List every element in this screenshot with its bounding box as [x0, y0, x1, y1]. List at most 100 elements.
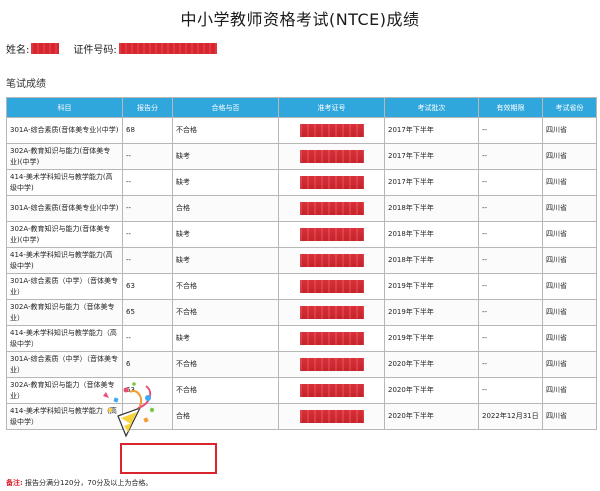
exam-batch-cell: 2018年下半年: [384, 247, 479, 274]
province-cell: 四川省: [542, 169, 597, 196]
admission-number-redaction: [299, 306, 364, 319]
score-cell: 6: [122, 351, 173, 378]
province-cell: 四川省: [542, 403, 597, 430]
admission-number-cell: [278, 143, 385, 170]
table-row: 302A-教育知识与能力(音体美专业)(中学) -- 缺考 2017年下半年 -- 四川省: [6, 143, 597, 170]
validity-cell: --: [478, 273, 543, 300]
score-cell: --: [122, 325, 173, 352]
column-header: 合格与否: [172, 97, 279, 118]
id-number-redaction: [118, 42, 217, 54]
validity-cell: 2022年12月31日: [478, 403, 543, 430]
admission-number-cell: [278, 117, 385, 144]
subject-cell: 414-美术学科知识与教学能力（高级中学）: [6, 403, 123, 430]
admission-number-redaction: [299, 150, 364, 163]
score-cell: 63: [122, 273, 173, 300]
exam-batch-cell: 2020年下半年: [384, 377, 479, 404]
exam-batch-cell: 2019年下半年: [384, 299, 479, 326]
section-title: 笔试成绩: [6, 79, 46, 90]
admission-number-cell: [278, 221, 385, 248]
note-text: 报告分满分120分，70分及以上为合格。: [25, 479, 153, 487]
name-label: 姓名:: [6, 44, 30, 56]
table-row: 301A-综合素质(音体美专业)(中学) 68 不合格 2017年下半年 -- 四川省: [6, 117, 597, 144]
page-title: 中小学教师资格考试(NTCE)成绩: [180, 10, 420, 29]
subject-cell: 302A-教育知识与能力(音体美专业)(中学): [6, 221, 123, 248]
exam-batch-cell: 2019年下半年: [384, 325, 479, 352]
admission-number-redaction: [299, 280, 364, 293]
pass-status-cell: 不合格: [172, 351, 279, 378]
admission-number-cell: [278, 247, 385, 274]
subject-cell: 302A-教育知识与能力(音体美专业)(中学): [6, 143, 123, 170]
admission-number-cell: [278, 403, 385, 430]
score-cell: --: [122, 247, 173, 274]
subject-cell: 302A-教育知识与能力（音体美专业）: [6, 299, 123, 326]
pass-status-cell: 缺考: [172, 143, 279, 170]
exam-batch-cell: 2017年下半年: [384, 117, 479, 144]
score-cell: --: [122, 143, 173, 170]
table-header-row: 科目 报告分 合格与否 准考证号 考试批次 有效期限 考试省份: [6, 97, 597, 118]
exam-batch-cell: 2017年下半年: [384, 143, 479, 170]
table-body: 301A-综合素质(音体美专业)(中学) 68 不合格 2017年下半年 -- 四川省 30…: [6, 117, 597, 430]
pass-status-cell: 不合格: [172, 299, 279, 326]
table-row: 301A-综合素质（中学）（音体美专业） 63 不合格 2019年下半年 -- 四川省: [6, 273, 597, 300]
column-header: 准考证号: [278, 97, 385, 118]
admission-number-redaction: [299, 332, 364, 345]
province-cell: 四川省: [542, 143, 597, 170]
highlight-box: [120, 443, 217, 474]
subject-cell: 301A-综合素质（中学）（音体美专业）: [6, 351, 123, 378]
score-cell: --: [122, 195, 173, 222]
table-row: 414-美术学科知识与教学能力（高级中学） 73 合格 2020年下半年 2022年12…: [6, 403, 597, 430]
subject-cell: 301A-综合素质(音体美专业)(中学): [6, 195, 123, 222]
admission-number-cell: [278, 195, 385, 222]
pass-status-cell: 不合格: [172, 377, 279, 404]
column-header: 科目: [6, 97, 123, 118]
province-cell: 四川省: [542, 377, 597, 404]
admission-number-redaction: [299, 176, 364, 189]
pass-status-cell: 缺考: [172, 325, 279, 352]
province-cell: 四川省: [542, 117, 597, 144]
subject-cell: 414-美术学科知识与教学能力(高级中学): [6, 247, 123, 274]
validity-cell: --: [478, 221, 543, 248]
table-row: 414-美术学科知识与教学能力（高级中学） -- 缺考 2019年下半年 -- 四川省: [6, 325, 597, 352]
validity-cell: --: [478, 143, 543, 170]
exam-batch-cell: 2018年下半年: [384, 195, 479, 222]
admission-number-redaction: [299, 384, 364, 397]
subject-cell: 301A-综合素质(音体美专业)(中学): [6, 117, 123, 144]
admission-number-redaction: [299, 254, 364, 267]
province-cell: 四川省: [542, 273, 597, 300]
pass-status-cell: 缺考: [172, 247, 279, 274]
pass-status-cell: 合格: [172, 195, 279, 222]
table-row: 302A-教育知识与能力（音体美专业） 65 不合格 2019年下半年 -- 四川省: [6, 299, 597, 326]
province-cell: 四川省: [542, 195, 597, 222]
province-cell: 四川省: [542, 325, 597, 352]
column-header: 考试批次: [384, 97, 479, 118]
validity-cell: --: [478, 117, 543, 144]
score-cell: 65: [122, 299, 173, 326]
exam-batch-cell: 2019年下半年: [384, 273, 479, 300]
admission-number-cell: [278, 299, 385, 326]
column-header: 有效期限: [478, 97, 543, 118]
validity-cell: --: [478, 247, 543, 274]
table-row: 302A-教育知识与能力（音体美专业） 63 不合格 2020年下半年 -- 四川省: [6, 377, 597, 404]
subject-cell: 301A-综合素质（中学）（音体美专业）: [6, 273, 123, 300]
pass-status-cell: 合格: [172, 403, 279, 430]
candidate-info: 姓名: 证件号码:: [6, 40, 217, 56]
id-label: 证件号码:: [73, 44, 117, 56]
pass-status-cell: 不合格: [172, 117, 279, 144]
exam-batch-cell: 2017年下半年: [384, 169, 479, 196]
column-header: 报告分: [122, 97, 173, 118]
admission-number-redaction: [299, 410, 364, 423]
admission-number-cell: [278, 325, 385, 352]
table-row: 301A-综合素质(音体美专业)(中学) -- 合格 2018年下半年 -- 四川省: [6, 195, 597, 222]
name-redaction: [31, 42, 60, 54]
pass-status-cell: 不合格: [172, 273, 279, 300]
score-table: 科目 报告分 合格与否 准考证号 考试批次 有效期限 考试省份 301A-综合素质(音体美专…: [6, 97, 597, 430]
pass-status-cell: 缺考: [172, 221, 279, 248]
score-cell: 68: [122, 117, 173, 144]
exam-batch-cell: 2020年下半年: [384, 351, 479, 378]
subject-cell: 414-美术学科知识与教学能力(高级中学): [6, 169, 123, 196]
score-note: 备注: 报告分满分120分，70分及以上为合格。: [6, 478, 152, 488]
score-cell: 73: [122, 403, 173, 430]
admission-number-cell: [278, 377, 385, 404]
table-row: 301A-综合素质（中学）（音体美专业） 6 不合格 2020年下半年 -- 四川省: [6, 351, 597, 378]
note-label: 备注:: [6, 479, 23, 487]
